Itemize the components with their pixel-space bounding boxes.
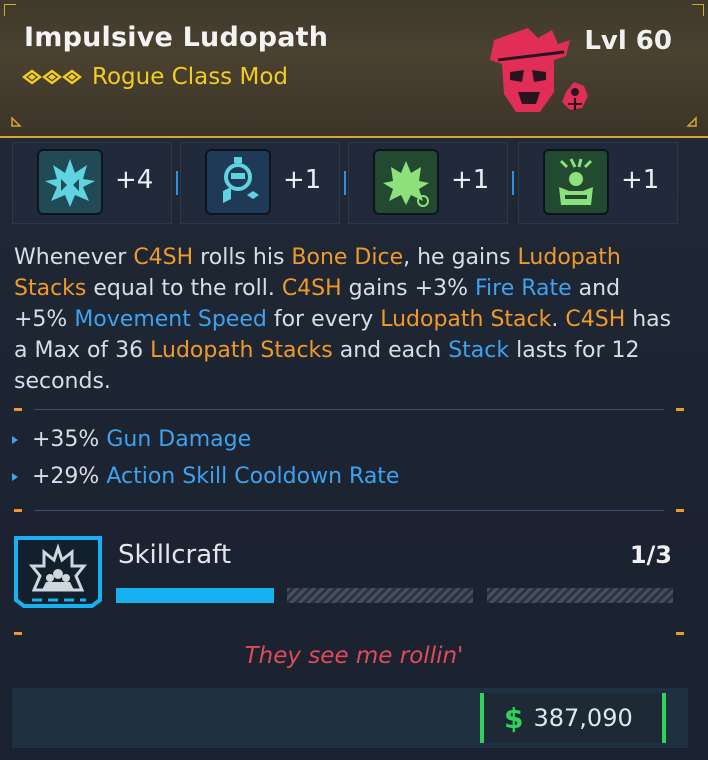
bullet-arrow-icon bbox=[12, 435, 18, 444]
skill-bonus-2[interactable]: +1 bbox=[180, 142, 346, 224]
corner-bracket-icon bbox=[4, 4, 16, 16]
item-value: $ 387,090 bbox=[480, 693, 666, 743]
stat-name: Action Skill Cooldown Rate bbox=[106, 464, 400, 489]
leaf-skill-icon bbox=[373, 149, 439, 215]
item-footer: $ 387,090 bbox=[12, 688, 688, 748]
corner-bracket-icon bbox=[692, 4, 704, 16]
stat-value: +29% bbox=[32, 464, 100, 489]
rogue-skill-icon bbox=[37, 149, 103, 215]
skillcraft-progress-segment bbox=[116, 588, 274, 603]
c4sh-skull-icon bbox=[490, 28, 588, 112]
keyword: Movement Speed bbox=[74, 307, 267, 332]
item-card: Impulsive Ludopath Rogue Class Mod Lvl 6… bbox=[0, 0, 708, 760]
hand-skill-icon bbox=[543, 149, 609, 215]
divider bbox=[512, 171, 514, 195]
keyword: C4SH bbox=[565, 307, 626, 332]
bullet-arrow-icon bbox=[12, 472, 18, 481]
item-header: Impulsive Ludopath Rogue Class Mod Lvl 6… bbox=[0, 0, 708, 138]
stat-name: Gun Damage bbox=[106, 427, 252, 452]
dice-skill-icon bbox=[205, 149, 271, 215]
section-divider bbox=[14, 632, 684, 635]
skillcraft-progress-segment bbox=[487, 588, 673, 603]
skill-bonus-value: +1 bbox=[283, 165, 322, 195]
keyword: Fire Rate bbox=[474, 276, 572, 301]
item-level: Lvl 60 bbox=[584, 26, 672, 56]
skill-bonus-value: +1 bbox=[621, 165, 660, 195]
flavor-text: They see me rollin' bbox=[244, 643, 464, 669]
stat-value: +35% bbox=[32, 427, 100, 452]
keyword: Stack bbox=[448, 338, 510, 363]
corner-triangle-icon bbox=[11, 116, 22, 127]
divider bbox=[344, 171, 346, 195]
section-divider bbox=[14, 408, 684, 411]
keyword: C4SH bbox=[133, 245, 194, 270]
keyword: C4SH bbox=[281, 276, 342, 301]
skillcraft-progress-segment bbox=[287, 588, 473, 603]
item-type: Rogue Class Mod bbox=[92, 64, 288, 90]
section-divider bbox=[14, 509, 684, 512]
stat-line: +35% Gun Damage bbox=[12, 427, 251, 452]
keyword: Ludopath Stacks bbox=[150, 338, 333, 363]
divider bbox=[176, 171, 178, 195]
dollar-icon: $ bbox=[504, 701, 524, 735]
corner-triangle-icon bbox=[686, 116, 697, 127]
rarity-chevrons-icon bbox=[22, 69, 82, 85]
skill-bonus-value: +4 bbox=[115, 165, 154, 195]
skillcraft-icon bbox=[14, 536, 102, 608]
stat-line: +29% Action Skill Cooldown Rate bbox=[12, 464, 399, 489]
skill-bonus-value: +1 bbox=[451, 165, 490, 195]
item-type-row: Rogue Class Mod bbox=[22, 63, 288, 91]
skill-bonus-4[interactable]: +1 bbox=[518, 142, 678, 224]
skill-bonus-3[interactable]: +1 bbox=[348, 142, 514, 224]
keyword: Bone Dice bbox=[291, 245, 404, 270]
skillcraft-label: Skillcraft bbox=[118, 540, 232, 570]
item-price: 387,090 bbox=[533, 704, 633, 732]
item-title: Impulsive Ludopath bbox=[24, 22, 329, 53]
skill-bonus-1[interactable]: +4 bbox=[12, 142, 178, 224]
skillcraft-count: 1/3 bbox=[629, 541, 672, 569]
item-description: Whenever C4SH rolls his Bone Dice, he ga… bbox=[14, 245, 672, 394]
keyword: Ludopath Stack bbox=[380, 307, 552, 332]
skill-bonus-row: +4 +1 +1 +1 bbox=[12, 142, 688, 224]
